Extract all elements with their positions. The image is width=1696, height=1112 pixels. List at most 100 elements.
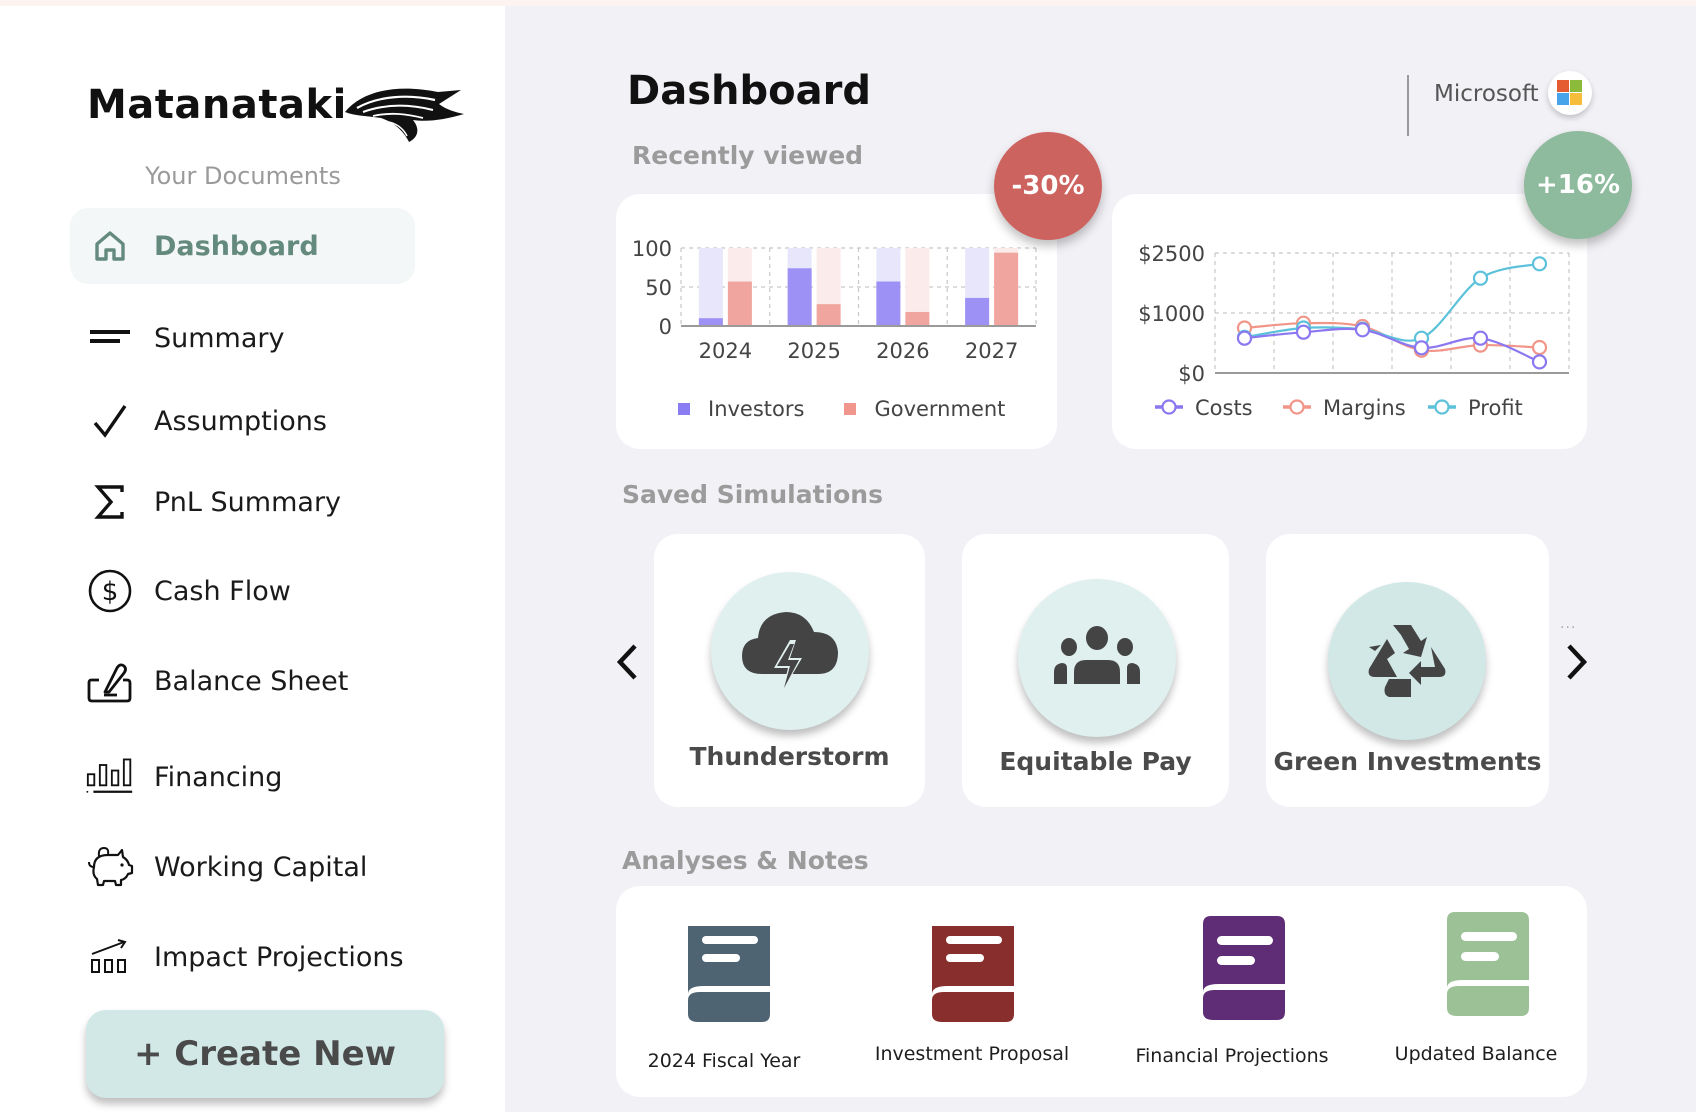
y-tick-label: $2500 <box>1138 242 1205 266</box>
sidebar-item-financing[interactable]: Financing <box>70 739 415 815</box>
bar-chart-card[interactable]: 0 50 100 2024 2025 2026 2027 Investors Governm… <box>616 194 1057 449</box>
create-new-button[interactable]: + Create New <box>86 1010 444 1098</box>
data-point-costs <box>1295 324 1312 340</box>
bar-investors <box>876 281 901 326</box>
legend-label: Costs <box>1195 396 1253 420</box>
carousel-next-button[interactable] <box>1557 637 1597 687</box>
book-icon <box>1203 916 1285 1020</box>
data-point-costs <box>1531 354 1548 370</box>
note-item-financial-projections[interactable]: Financial Projections <box>1101 886 1346 1097</box>
sidebar-item-label: Dashboard <box>154 230 319 262</box>
data-point-profit <box>1472 270 1489 286</box>
data-point-costs <box>1354 322 1371 338</box>
piggy-bank-icon <box>86 843 134 891</box>
y-tick-label: $1000 <box>1138 302 1205 326</box>
sidebar-item-pnl-summary[interactable]: PnL Summary <box>70 464 415 540</box>
simulation-card-equitable-pay[interactable]: Equitable Pay <box>962 534 1229 807</box>
simulation-icon-circle <box>1018 579 1176 737</box>
logo-square-red <box>1557 80 1569 92</box>
line-chart-card[interactable]: $0 $1000 $2500 Costs Margins Profit <box>1112 194 1587 449</box>
chevron-left-icon <box>616 644 637 680</box>
sidebar-item-cash-flow[interactable]: $ Cash Flow <box>70 553 415 629</box>
carousel-prev-button[interactable] <box>607 637 647 687</box>
header-divider <box>1407 75 1409 136</box>
x-tick-label: 2027 <box>965 339 1018 363</box>
your-documents-label: Your Documents <box>145 162 341 190</box>
bar-investors <box>965 297 990 326</box>
company-name[interactable]: Microsoft <box>1434 81 1539 107</box>
simulation-card-thunderstorm[interactable]: Thunderstorm <box>654 534 925 807</box>
sidebar-item-assumptions[interactable]: Assumptions <box>70 383 415 459</box>
bar-government <box>816 304 841 326</box>
signature-pen-icon <box>86 657 134 705</box>
note-item-2024-fiscal-year[interactable]: 2024 Fiscal Year <box>616 886 856 1097</box>
line-chart: $0 $1000 $2500 Costs Margins Profit <box>1138 242 1570 420</box>
simulation-icon-circle <box>1328 582 1486 740</box>
sidebar-item-working-capital[interactable]: Working Capital <box>70 829 415 905</box>
data-point-profit <box>1531 256 1548 272</box>
legend-marker-point <box>1161 399 1177 415</box>
legend-swatch-government <box>844 403 857 415</box>
logo-square-blue <box>1557 93 1569 105</box>
simulation-icon-circle <box>711 572 869 730</box>
legend-marker-point <box>1434 399 1450 415</box>
sidebar-item-label: PnL Summary <box>154 486 342 518</box>
legend-swatch-investors <box>678 403 690 415</box>
y-tick-label: 0 <box>659 315 672 339</box>
brand-logo-icon <box>345 88 464 142</box>
sidebar-item-dashboard[interactable]: Dashboard <box>70 208 415 284</box>
sidebar-item-label: Assumptions <box>154 405 327 437</box>
change-badge-negative: -30% <box>994 132 1102 240</box>
sidebar-item-label: Financing <box>154 761 283 793</box>
book-icon <box>688 926 770 1022</box>
analyses-notes-panel: 2024 Fiscal Year Investment Proposal Fin… <box>616 886 1587 1097</box>
simulation-label: Green Investments <box>1273 747 1542 776</box>
sidebar-item-balance-sheet[interactable]: Balance Sheet <box>70 643 415 719</box>
sidebar-item-label: Balance Sheet <box>154 665 349 697</box>
note-label: Financial Projections <box>1135 1045 1329 1067</box>
legend-item-government: Government <box>844 397 1005 421</box>
data-point-costs <box>1472 330 1489 346</box>
sidebar-item-label: Impact Projections <box>154 941 404 973</box>
book-icon <box>932 926 1014 1022</box>
more-indicator: ... <box>1560 616 1577 632</box>
sigma-icon <box>86 478 134 526</box>
book-icon <box>1447 912 1529 1016</box>
note-label: Updated Balance <box>1394 1043 1558 1065</box>
legend-label: Profit <box>1468 396 1523 420</box>
legend-label: Investors <box>708 397 805 421</box>
logo-square-yellow <box>1570 93 1582 105</box>
sidebar-item-label: Cash Flow <box>154 575 291 607</box>
sidebar-item-label: Summary <box>154 322 285 354</box>
simulation-card-green-investments[interactable]: Green Investments <box>1266 534 1549 807</box>
saved-simulations-heading: Saved Simulations <box>622 480 883 509</box>
sidebar-item-summary[interactable]: Summary <box>70 300 415 376</box>
short-text-lines-icon <box>86 314 134 362</box>
note-item-updated-balance[interactable]: Updated Balance <box>1346 886 1587 1097</box>
bar-government <box>727 281 752 326</box>
x-tick-label: 2025 <box>787 339 840 363</box>
thunderstorm-cloud-icon <box>742 612 838 692</box>
y-tick-label: 50 <box>645 276 672 300</box>
data-point-margins <box>1531 339 1548 356</box>
sidebar-item-label: Working Capital <box>154 851 368 883</box>
note-label: Investment Proposal <box>874 1043 1070 1065</box>
sidebar-item-impact-projections[interactable]: Impact Projections <box>70 919 415 995</box>
brand-name: Matanataki <box>87 82 347 128</box>
y-tick-label: 100 <box>632 237 672 261</box>
bar-track <box>698 248 723 326</box>
bar-government <box>905 311 930 326</box>
svg-text:$: $ <box>102 577 119 607</box>
bar-chart-legend: Investors Government <box>678 397 1045 421</box>
analyses-notes-heading: Analyses & Notes <box>622 846 869 875</box>
y-tick-label: $0 <box>1178 362 1205 386</box>
dollar-circle-icon: $ <box>86 567 134 615</box>
microsoft-logo-icon[interactable] <box>1548 71 1592 115</box>
x-tick-label: 2026 <box>876 339 929 363</box>
note-item-investment-proposal[interactable]: Investment Proposal <box>856 886 1101 1097</box>
page-title: Dashboard <box>627 68 871 114</box>
note-label: 2024 Fiscal Year <box>647 1050 801 1072</box>
group-people-icon <box>1054 626 1140 684</box>
logo-square-green <box>1570 80 1582 92</box>
bar-investors <box>787 268 812 326</box>
